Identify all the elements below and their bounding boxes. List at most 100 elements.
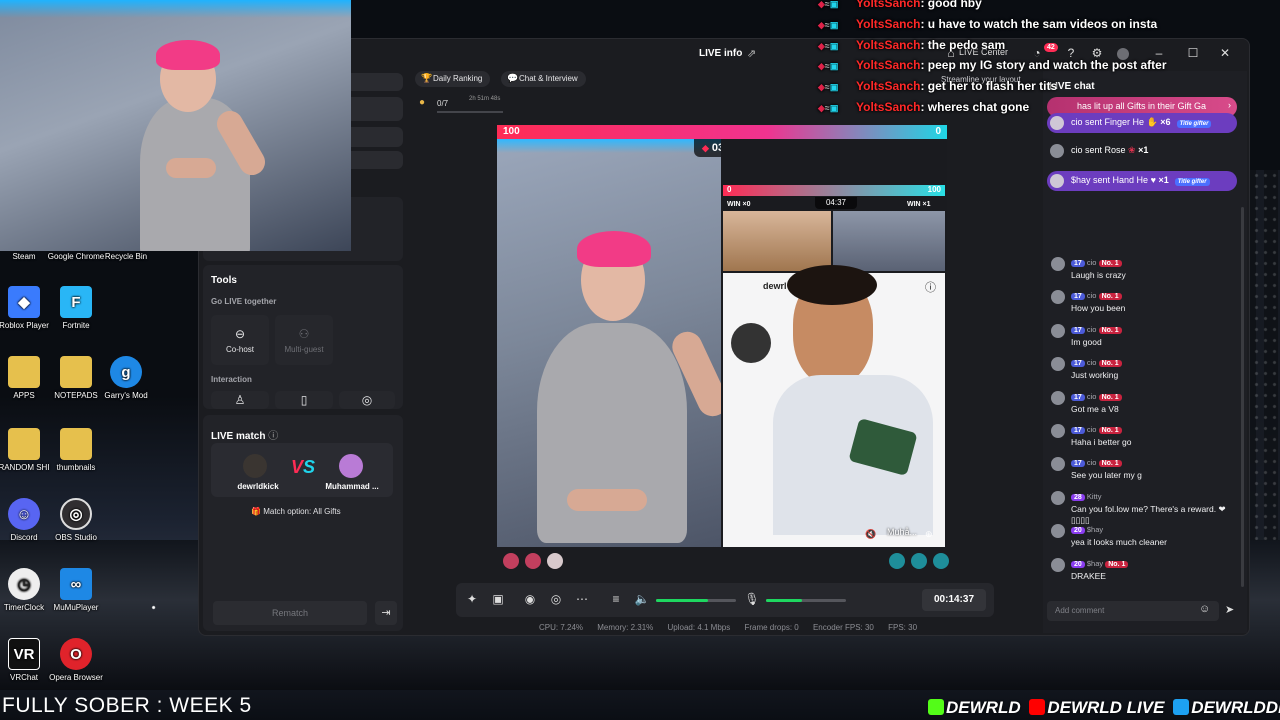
overlay-chat-line: ◆≈▣ YoltsSanch: peep my IG story and watc… [818, 58, 1167, 76]
battle-score-bar: 100 0 [497, 125, 947, 139]
top-viewer-avatar[interactable] [547, 553, 563, 569]
top-viewer-avatar[interactable] [503, 553, 519, 569]
mic-fill [766, 599, 802, 602]
inner-score-bar: 0 100 [723, 185, 945, 196]
trophy-icon: 🏆 [421, 73, 433, 83]
desktop-icon-opera[interactable]: O Opera Browser [46, 638, 106, 682]
chat-interview-tag[interactable]: 💬 Chat & Interview [501, 71, 586, 87]
desktop-icon-thumbnails[interactable]: thumbnails [46, 428, 106, 472]
co-host-button[interactable]: ⊖ Co-host [211, 315, 269, 365]
avatar [1050, 116, 1064, 130]
exit-match-icon[interactable]: ⇥ [375, 601, 397, 625]
level-badge: 17 [1071, 393, 1085, 401]
volume-slider[interactable] [656, 599, 736, 602]
chat-username[interactable]: $hay [1087, 525, 1103, 534]
chat-username[interactable]: cio [1087, 258, 1097, 267]
interaction-tool-2[interactable]: ▯ [275, 391, 333, 409]
overlay-chat-nick: YoltsSanch [856, 79, 921, 94]
rank-badge: No. 1 [1098, 427, 1122, 434]
live-duration: 00:14:37 [922, 589, 986, 611]
opponent-feed: 0 100 04:37 WIN ×0 WIN ×1 dewrl utors ⓘ [721, 139, 947, 547]
match-option: 🎁 Match option: All Gifts [251, 507, 341, 516]
desktop-icon-recycle-bin[interactable]: Recycle Bin [96, 252, 156, 261]
avatar [1050, 144, 1064, 158]
avatar[interactable] [1051, 323, 1065, 338]
chat-username[interactable]: cio [1087, 458, 1097, 467]
overlay-chat-text: : peep my IG story and watch the post af… [920, 58, 1167, 73]
medal-icon: ● [419, 97, 426, 108]
avatar[interactable] [1051, 390, 1065, 405]
overlay-chat-nick: YoltsSanch [856, 58, 921, 73]
scrollbar[interactable] [1241, 207, 1244, 587]
magic-wand-icon[interactable]: ✦ [464, 592, 480, 606]
desktop-icon-garrys-mod[interactable]: g Garry's Mod [96, 356, 156, 400]
guest-figure [773, 265, 933, 535]
chat-username[interactable]: cio [1087, 325, 1097, 334]
chat-message-text: Can you fol.low me? There's a reward. ❤▯… [1071, 503, 1226, 525]
rank-badge: No. 1 [1098, 393, 1122, 401]
record-icon[interactable]: ◉ [522, 592, 538, 606]
chat-username[interactable]: Kitty [1087, 492, 1102, 501]
avatar[interactable] [1051, 257, 1065, 271]
speaker-icon[interactable]: 🔈 [634, 592, 650, 606]
heart-hands-icon: ♥ [1150, 175, 1156, 185]
adjust-icon[interactable]: ≡ [608, 592, 624, 606]
avatar[interactable] [1051, 457, 1065, 472]
gift-message: $hay sent Hand He ♥ ×1 Title gifter [1047, 171, 1237, 191]
chat-message-text: Im good [1071, 336, 1102, 347]
link-icon: ⊖ [234, 327, 246, 341]
live-match-title: LIVE match ⓘ [211, 431, 279, 442]
desktop-icon-fortnite[interactable]: F Fortnite [46, 286, 106, 330]
interaction-tool-1[interactable]: ♙ [211, 391, 269, 409]
inner-host-feed [833, 211, 945, 271]
mute-icon[interactable]: 🔇 [865, 529, 876, 540]
avatar[interactable] [1051, 557, 1065, 572]
send-icon[interactable]: ➤ [1225, 603, 1234, 616]
rematch-button[interactable]: Rematch [213, 601, 367, 625]
chat-username[interactable]: $hay [1087, 559, 1103, 568]
top-viewer-avatar[interactable] [933, 553, 949, 569]
top-viewer-avatar[interactable] [889, 553, 905, 569]
share-icon[interactable]: ⇗ [747, 47, 756, 60]
multi-guest-button[interactable]: ⚇ Multi-guest [275, 315, 333, 365]
chat-username[interactable]: cio [1087, 291, 1097, 300]
fortnite-icon: F [60, 286, 92, 318]
add-icon[interactable]: ⊕ [925, 529, 933, 540]
avatar[interactable] [1051, 424, 1065, 438]
avatar[interactable] [1051, 490, 1065, 505]
rose-icon: ❀ [1128, 145, 1136, 155]
microphone-icon[interactable]: 🎙 [744, 592, 760, 606]
avatar[interactable] [1051, 357, 1065, 372]
top-viewer-avatar[interactable] [911, 553, 927, 569]
target-icon[interactable]: ◎ [548, 592, 564, 606]
daily-ranking-tag[interactable]: 🏆 Daily Ranking [415, 71, 491, 87]
emoji-icon[interactable]: ☺ [1199, 603, 1210, 615]
level-badge: 20 [1071, 560, 1085, 568]
avatar[interactable] [1051, 290, 1065, 305]
mic-slider[interactable] [766, 599, 846, 602]
desktop-icon-mumu[interactable]: ∞ MuMuPlayer [46, 568, 106, 612]
folder-icon [8, 428, 40, 460]
chat-badges-icon: ◆≈▣ [818, 82, 839, 93]
chat-username[interactable]: cio [1087, 392, 1097, 401]
top-viewer-avatar[interactable] [525, 553, 541, 569]
info-icon[interactable]: ⓘ [268, 431, 278, 442]
desktop-icon-obs[interactable]: ◎ OBS Studio [46, 498, 106, 542]
chat-username[interactable]: cio [1087, 358, 1097, 367]
overlay-chat-line: ◆≈▣ YoltsSanch: good hby [818, 0, 982, 14]
avatar[interactable] [1051, 524, 1065, 539]
chat-badges-icon: ◆≈▣ [818, 103, 839, 113]
opera-icon: O [60, 638, 92, 670]
add-comment-input[interactable]: Add comment [1047, 601, 1219, 621]
layout-icon[interactable]: ▣ [490, 592, 506, 606]
goal-timer: 2h 51m 48s [469, 96, 501, 102]
chat-username[interactable]: cio [1087, 425, 1097, 434]
cpu-stat: CPU: 7.24% [539, 623, 584, 632]
users-icon: ⚇ [298, 327, 310, 341]
poll-icon: ▯ [300, 393, 308, 407]
close-icon[interactable]: ✕ [1217, 46, 1233, 60]
inner-guest-feed [723, 211, 831, 271]
interaction-tool-3[interactable]: ◎ [339, 391, 395, 409]
more-icon[interactable]: ⋯ [574, 592, 590, 606]
led-strip [497, 139, 721, 153]
